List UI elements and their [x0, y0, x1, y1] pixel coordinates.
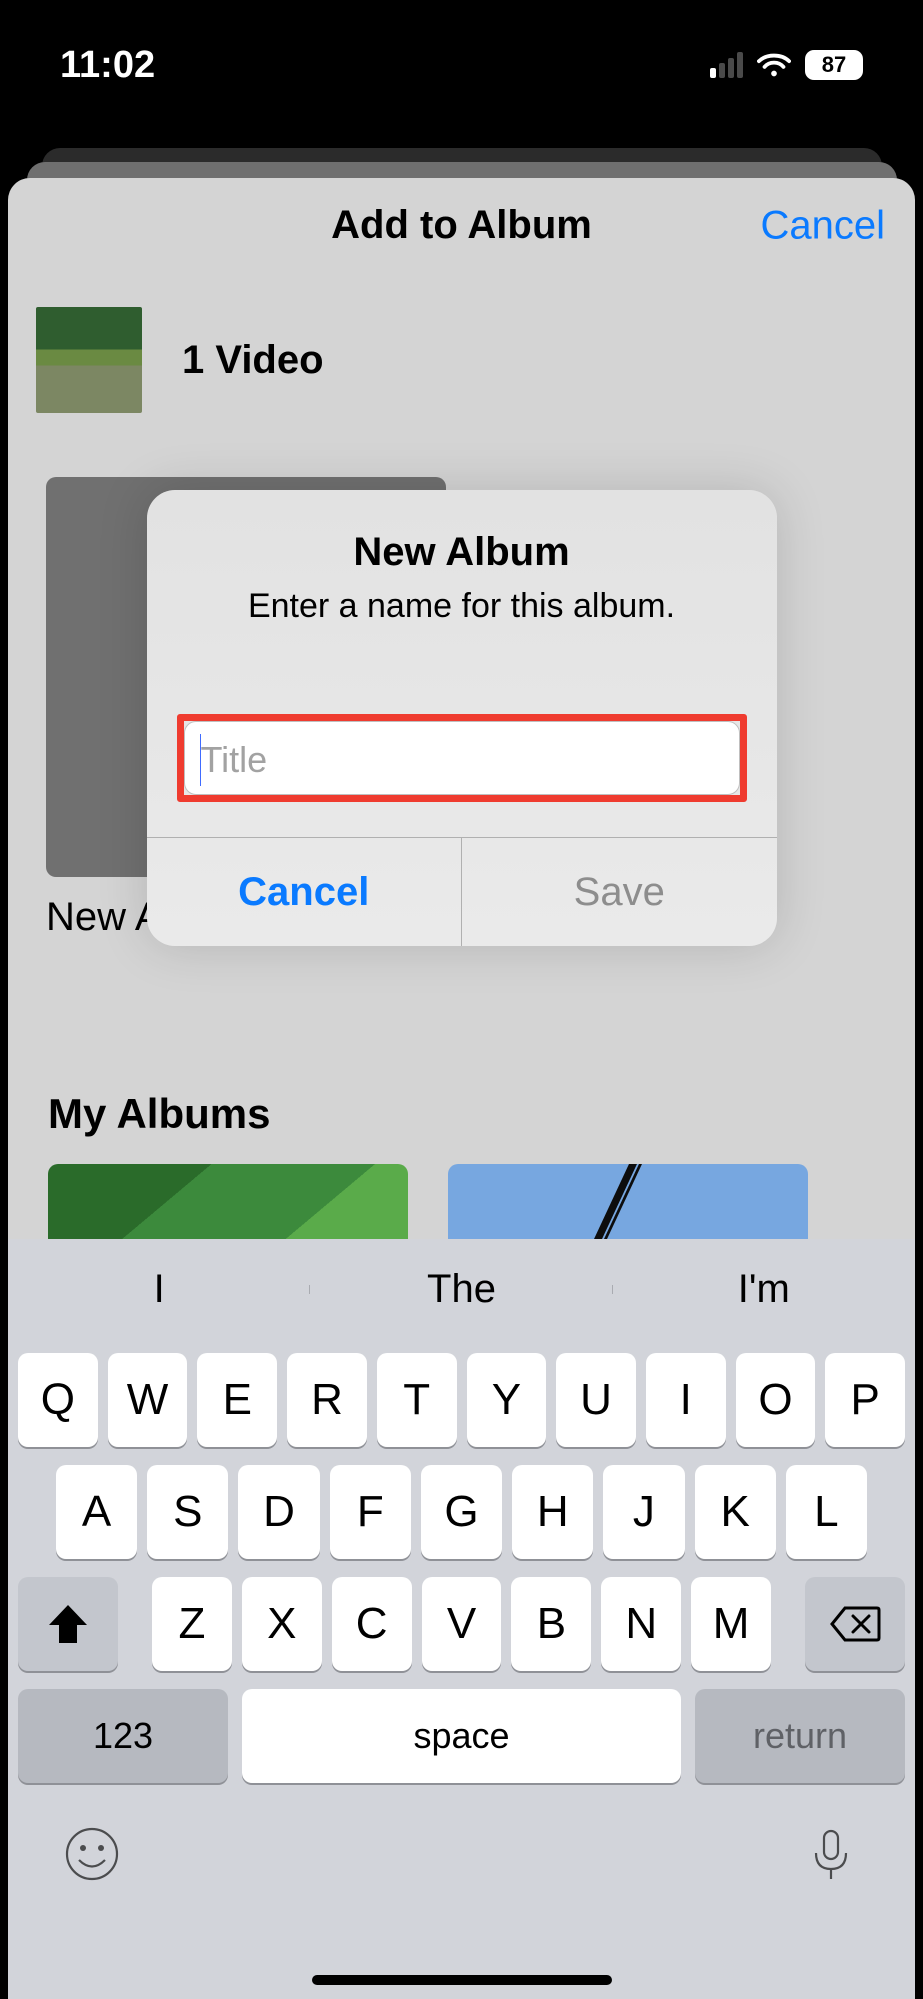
key-m[interactable]: M — [691, 1577, 771, 1671]
key-shift[interactable] — [18, 1577, 118, 1671]
key-j[interactable]: J — [603, 1465, 684, 1559]
media-thumbnail — [36, 307, 142, 413]
prediction-suggestion[interactable]: The — [310, 1267, 612, 1312]
keyboard-row-3: Z X C V B N M — [8, 1577, 915, 1671]
key-h[interactable]: H — [512, 1465, 593, 1559]
prediction-suggestion[interactable]: I'm — [613, 1267, 915, 1312]
key-i[interactable]: I — [646, 1353, 726, 1447]
key-a[interactable]: A — [56, 1465, 137, 1559]
cellular-signal-icon — [710, 52, 743, 78]
my-albums-header: My Albums — [8, 950, 915, 1164]
status-bar: 11:02 87 — [0, 0, 923, 110]
keyboard-row-1: Q W E R T Y U I O P — [8, 1353, 915, 1447]
media-count-label: 1 Video — [182, 338, 324, 383]
dictation-icon[interactable] — [802, 1825, 860, 1883]
key-z[interactable]: Z — [152, 1577, 232, 1671]
key-k[interactable]: K — [695, 1465, 776, 1559]
alert-button-row: Cancel Save — [147, 837, 777, 946]
key-mode-123[interactable]: 123 — [18, 1689, 228, 1783]
prediction-suggestion[interactable]: I — [8, 1267, 310, 1312]
keyboard: I The I'm Q W E R T Y U I O P A S D F G … — [8, 1239, 915, 1999]
home-indicator[interactable] — [312, 1975, 612, 1985]
key-backspace[interactable] — [805, 1577, 905, 1671]
keyboard-row-4: 123 space return — [8, 1689, 915, 1783]
emoji-icon[interactable] — [63, 1825, 121, 1883]
key-return[interactable]: return — [695, 1689, 905, 1783]
key-w[interactable]: W — [108, 1353, 188, 1447]
battery-indicator: 87 — [805, 50, 863, 80]
key-e[interactable]: E — [197, 1353, 277, 1447]
alert-input-highlight — [177, 714, 747, 802]
sheet-header: Add to Album Cancel — [8, 178, 915, 273]
key-r[interactable]: R — [287, 1353, 367, 1447]
key-o[interactable]: O — [736, 1353, 816, 1447]
alert-save-button[interactable]: Save — [462, 838, 777, 946]
key-l[interactable]: L — [786, 1465, 867, 1559]
status-indicators: 87 — [710, 50, 863, 80]
key-v[interactable]: V — [422, 1577, 502, 1671]
key-b[interactable]: B — [511, 1577, 591, 1671]
sheet-title: Add to Album — [331, 203, 592, 248]
new-album-alert: New Album Enter a name for this album. C… — [147, 490, 777, 946]
prediction-bar: I The I'm — [8, 1239, 915, 1339]
status-time: 11:02 — [60, 44, 155, 87]
alert-title: New Album — [177, 530, 747, 575]
key-x[interactable]: X — [242, 1577, 322, 1671]
key-q[interactable]: Q — [18, 1353, 98, 1447]
key-s[interactable]: S — [147, 1465, 228, 1559]
selected-media-row: 1 Video — [8, 273, 915, 433]
key-u[interactable]: U — [556, 1353, 636, 1447]
key-c[interactable]: C — [332, 1577, 412, 1671]
album-title-input[interactable] — [184, 721, 740, 795]
add-to-album-sheet: Add to Album Cancel 1 Video New Album...… — [8, 178, 915, 1999]
keyboard-row-2: A S D F G H J K L — [8, 1465, 915, 1559]
key-n[interactable]: N — [601, 1577, 681, 1671]
key-t[interactable]: T — [377, 1353, 457, 1447]
keyboard-bottom-bar — [8, 1783, 915, 1901]
key-space[interactable]: space — [242, 1689, 681, 1783]
key-y[interactable]: Y — [467, 1353, 547, 1447]
key-f[interactable]: F — [330, 1465, 411, 1559]
alert-cancel-button[interactable]: Cancel — [147, 838, 463, 946]
wifi-icon — [757, 52, 791, 78]
alert-subtitle: Enter a name for this album. — [177, 587, 747, 626]
sheet-cancel-button[interactable]: Cancel — [760, 203, 885, 248]
key-d[interactable]: D — [238, 1465, 319, 1559]
key-p[interactable]: P — [825, 1353, 905, 1447]
key-g[interactable]: G — [421, 1465, 502, 1559]
